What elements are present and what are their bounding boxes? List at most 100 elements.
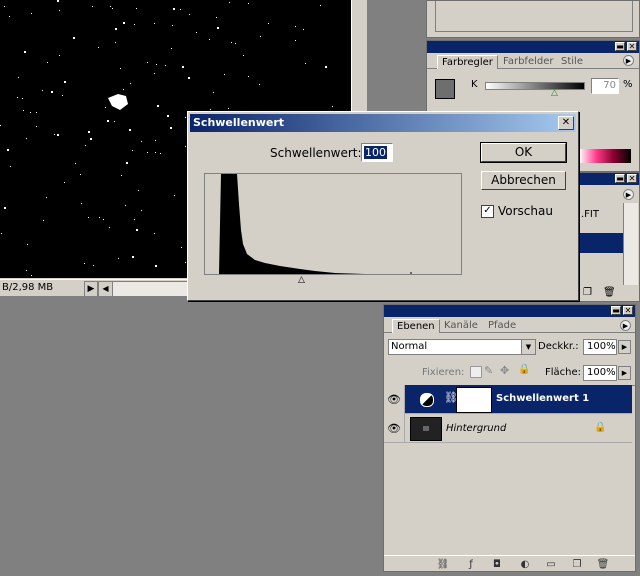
star-speck (4, 207, 6, 209)
visibility-eye-icon[interactable]: 👁 (384, 385, 405, 414)
tab-farbregler[interactable]: Farbregler (437, 55, 498, 69)
close-button[interactable]: ✕ (627, 174, 637, 183)
minimize-button[interactable]: ▬ (615, 42, 625, 51)
link-layers-icon[interactable]: ⛓ (436, 559, 450, 571)
trash-icon[interactable]: 🗑 (596, 559, 610, 571)
tab-kanaele[interactable]: Kanäle (440, 319, 482, 332)
layer-mask-thumbnail[interactable] (456, 387, 492, 413)
tab-farbfelder[interactable]: Farbfelder (499, 55, 557, 68)
star-speck (80, 174, 81, 175)
layer-style-icon[interactable]: ƒ (464, 559, 478, 571)
star-speck (172, 25, 173, 26)
fill-field[interactable]: 100% (583, 365, 617, 381)
new-adjustment-layer-icon[interactable]: ◐ (518, 559, 532, 571)
scroll-left-icon[interactable]: ◀ (99, 282, 113, 296)
lock-label: Fixieren: (422, 367, 465, 378)
threshold-input[interactable]: 100 (361, 143, 393, 162)
star-speck (180, 9, 181, 10)
star-speck (75, 163, 76, 164)
ok-button[interactable]: OK (480, 142, 567, 163)
star-speck (303, 29, 304, 30)
layer-row-threshold[interactable]: 👁 ⛓ Schwellenwert 1 (384, 385, 632, 414)
color-ramp[interactable] (579, 149, 631, 163)
minimize-button[interactable]: ▬ (615, 174, 625, 183)
star-speck (332, 106, 333, 107)
star-speck (188, 77, 190, 79)
star-speck (248, 76, 249, 77)
star-speck (73, 37, 75, 39)
star-speck (217, 27, 219, 29)
tab-stile[interactable]: Stile (557, 55, 587, 68)
navigator-panel (426, 0, 640, 38)
k-slider-track[interactable] (485, 82, 585, 90)
star-speck (105, 107, 106, 108)
star-speck (98, 47, 99, 48)
minimize-button[interactable]: ▬ (611, 306, 621, 315)
star-speck (93, 265, 94, 266)
tab-ebenen[interactable]: Ebenen (392, 319, 440, 333)
history-item-selected[interactable] (579, 233, 623, 253)
cancel-button[interactable]: Abbrechen (481, 171, 566, 190)
star-speck (295, 26, 296, 27)
lock-move-icon[interactable]: ✥ (500, 364, 509, 377)
lock-all-icon[interactable]: 🔒 (518, 364, 530, 375)
color-panel-tabs: Farbregler Farbfelder Stile ▶ (427, 53, 639, 69)
close-button[interactable]: ✕ (627, 42, 637, 51)
new-group-icon[interactable]: ▭ (544, 559, 558, 571)
star-speck (64, 81, 66, 83)
lock-transparency-icon[interactable] (470, 366, 482, 378)
add-mask-icon[interactable]: ◘ (490, 559, 504, 571)
k-slider-handle-icon[interactable]: △ (551, 88, 558, 98)
star-speck (120, 68, 121, 69)
layer-row-background[interactable]: 👁 Hintergrund 🔒 (384, 414, 632, 443)
star-speck (62, 95, 63, 96)
star-speck (185, 117, 186, 118)
fill-arrow-icon[interactable]: ▶ (618, 366, 631, 380)
new-document-icon[interactable]: ❐ (583, 287, 592, 298)
history-scrollbar[interactable] (623, 203, 638, 285)
lock-brush-icon[interactable]: ✎ (484, 364, 493, 377)
star-speck (141, 210, 142, 211)
layer-name[interactable]: Schwellenwert 1 (496, 393, 589, 404)
panel-menu-icon[interactable]: ▶ (623, 189, 634, 200)
star-speck (59, 10, 60, 11)
star-speck (88, 131, 90, 133)
star-speck (112, 8, 113, 9)
star-speck (268, 23, 269, 24)
chevron-down-icon[interactable]: ▼ (521, 340, 535, 354)
close-icon[interactable]: ✕ (558, 116, 574, 130)
layer-name[interactable]: Hintergrund (446, 423, 506, 434)
status-menu-arrow-icon[interactable]: ▶ (84, 281, 98, 296)
new-layer-icon[interactable]: ❐ (570, 559, 584, 571)
foreground-color-swatch[interactable] (435, 79, 455, 99)
star-speck (7, 149, 9, 151)
opacity-field[interactable]: 100% (583, 339, 617, 355)
star-speck (224, 74, 225, 75)
fill-label: Fläche: (545, 367, 582, 378)
tab-pfade[interactable]: Pfade (484, 319, 520, 332)
star-speck (196, 32, 197, 33)
star-speck (26, 138, 27, 139)
star-speck (30, 112, 31, 113)
star-speck (134, 219, 135, 220)
close-button[interactable]: ✕ (623, 306, 633, 315)
star-speck (295, 40, 296, 41)
visibility-eye-icon[interactable]: 👁 (384, 414, 405, 443)
blend-mode-select[interactable]: Normal ▼ (388, 339, 536, 355)
star-speck (174, 195, 175, 196)
k-value-field[interactable]: 70 (591, 78, 619, 94)
panel-menu-icon[interactable]: ▶ (620, 320, 631, 331)
star-speck (115, 42, 116, 43)
trash-icon[interactable]: 🗑 (603, 287, 616, 298)
star-speck (235, 43, 236, 44)
panel-menu-icon[interactable]: ▶ (623, 55, 634, 66)
preview-checkbox[interactable]: ✓ (481, 205, 494, 218)
percent-label: % (623, 79, 633, 90)
star-speck (85, 145, 86, 146)
opacity-arrow-icon[interactable]: ▶ (618, 340, 631, 354)
dialog-titlebar[interactable]: Schwellenwert ✕ (190, 114, 576, 132)
star-speck (248, 3, 249, 4)
layer-thumbnail[interactable] (410, 417, 442, 441)
threshold-slider-handle-icon[interactable]: △ (298, 275, 305, 285)
star-speck (231, 42, 232, 43)
